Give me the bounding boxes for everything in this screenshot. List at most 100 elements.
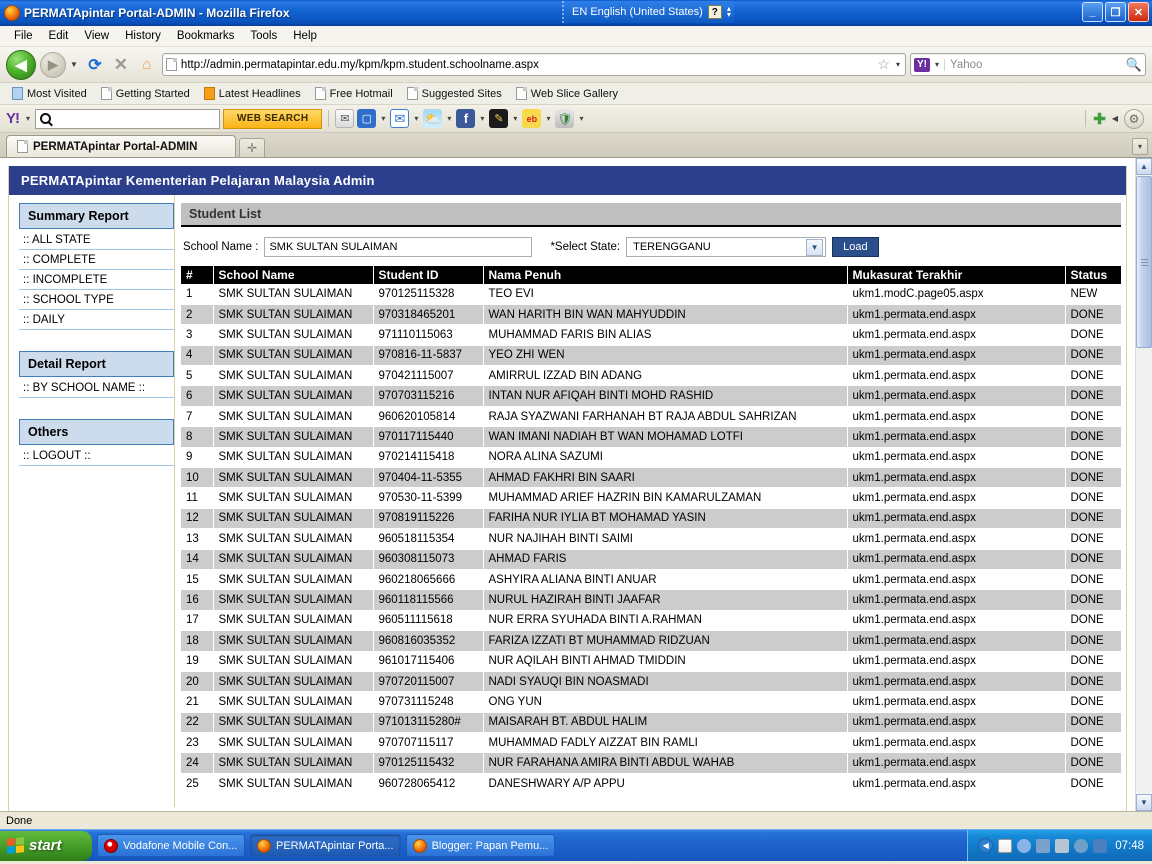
menu-tools[interactable]: Tools xyxy=(242,28,285,44)
antivirus-chevron-icon[interactable]: ▾ xyxy=(577,114,585,123)
table-row[interactable]: 13 SMK SULTAN SULAIMAN 960518115354 NUR NAJ… xyxy=(181,528,1121,550)
table-row[interactable]: 20 SMK SULTAN SULAIMAN 970720115007 NADI SY… xyxy=(181,671,1121,693)
table-row[interactable]: 25 SMK SULTAN SULAIMAN 960728065412 DANESHW… xyxy=(181,773,1121,795)
table-row[interactable]: 1 SMK SULTAN SULAIMAN 970125115328 TEO EVI u… xyxy=(181,284,1121,305)
table-row[interactable]: 16 SMK SULTAN SULAIMAN 960118115566 NURUL H… xyxy=(181,589,1121,611)
menu-file[interactable]: File xyxy=(6,28,41,44)
forward-button-icon[interactable]: ▶ xyxy=(40,51,66,78)
table-row[interactable]: 8 SMK SULTAN SULAIMAN 970117115440 WAN IMAN… xyxy=(181,426,1121,448)
table-row[interactable]: 7 SMK SULTAN SULAIMAN 960620105814 RAJA SYA… xyxy=(181,406,1121,428)
gear-icon[interactable]: ⚙ xyxy=(1124,108,1144,129)
sidebar-item-complete[interactable]: :: COMPLETE xyxy=(19,250,174,270)
page-scrollbar[interactable]: ▲ ▼ xyxy=(1135,158,1152,811)
scrollbar-thumb[interactable] xyxy=(1136,176,1152,348)
table-row[interactable]: 22 SMK SULTAN SULAIMAN 971013115280# MAISAR… xyxy=(181,712,1121,734)
table-row[interactable]: 21 SMK SULTAN SULAIMAN 970731115248 ONG YUN… xyxy=(181,691,1121,713)
sidebar-item-daily[interactable]: :: DAILY xyxy=(19,310,174,330)
table-row[interactable]: 10 SMK SULTAN SULAIMAN 970404-11-5355 AHMAD… xyxy=(181,467,1121,489)
bookmark-star-icon[interactable]: ☆ xyxy=(877,56,890,73)
taskbar-item-vodafone[interactable]: Vodafone Mobile Con... xyxy=(97,834,245,857)
tab-list-chevron-icon[interactable]: ▾ xyxy=(1132,138,1148,155)
bookmark-web-slice-gallery[interactable]: Web Slice Gallery xyxy=(510,85,624,102)
search-input[interactable]: Yahoo xyxy=(944,58,1123,71)
network-meter-icon[interactable] xyxy=(998,838,1013,853)
table-row[interactable]: 9 SMK SULTAN SULAIMAN 970214115418 NORA ALI… xyxy=(181,447,1121,469)
mail-chevron-icon[interactable]: ▾ xyxy=(412,114,420,123)
bookmark-suggested-sites[interactable]: Suggested Sites xyxy=(401,85,508,102)
printer-icon[interactable] xyxy=(1055,838,1070,853)
table-row[interactable]: 15 SMK SULTAN SULAIMAN 960218065666 ASHYIRA… xyxy=(181,569,1121,591)
tray-expand-chevron-icon[interactable]: ◀ xyxy=(978,838,994,853)
menu-bookmarks[interactable]: Bookmarks xyxy=(169,28,243,44)
table-row[interactable]: 5 SMK SULTAN SULAIMAN 970421115007 AMIRRUL … xyxy=(181,365,1121,387)
sidebar-item-by-school-name[interactable]: :: BY SCHOOL NAME :: xyxy=(19,378,174,398)
ebay-chevron-icon[interactable]: ▾ xyxy=(544,114,552,123)
table-row[interactable]: 4 SMK SULTAN SULAIMAN 970816-11-5837 YEO ZH… xyxy=(181,345,1121,367)
table-row[interactable]: 6 SMK SULTAN SULAIMAN 970703115216 INTAN NU… xyxy=(181,385,1121,407)
search-bar[interactable]: Y! ▾ Yahoo 🔍 xyxy=(910,53,1146,76)
messenger-icon[interactable]: ✎ xyxy=(489,109,509,128)
scroll-down-button[interactable]: ▼ xyxy=(1136,794,1152,811)
weather-chevron-icon[interactable]: ▾ xyxy=(445,114,453,123)
new-tab-button[interactable]: ✛ xyxy=(239,138,265,157)
table-row[interactable]: 3 SMK SULTAN SULAIMAN 971110115063 MUHAMMAD… xyxy=(181,324,1121,346)
table-row[interactable]: 18 SMK SULTAN SULAIMAN 960816035352 FARIZA … xyxy=(181,630,1121,652)
close-button[interactable]: ✕ xyxy=(1128,2,1149,22)
language-bar-arrows-icon[interactable]: ▴ ▾ xyxy=(727,5,731,19)
yahoo-menu-chevron-icon[interactable]: ▾ xyxy=(24,114,32,123)
search-provider-chevron-icon[interactable]: ▾ xyxy=(933,60,941,69)
language-bar[interactable]: EN English (United States) ? ▴ ▾ xyxy=(562,1,734,23)
table-row[interactable]: 23 SMK SULTAN SULAIMAN 970707115117 MUHAMMA… xyxy=(181,732,1121,754)
table-row[interactable]: 17 SMK SULTAN SULAIMAN 960511115618 NUR ERR… xyxy=(181,610,1121,632)
table-row[interactable]: 24 SMK SULTAN SULAIMAN 970125115432 NUR FAR… xyxy=(181,752,1121,774)
menu-view[interactable]: View xyxy=(76,28,117,44)
chevron-down-icon[interactable]: ▼ xyxy=(806,238,824,256)
reload-icon[interactable]: ⟳ xyxy=(84,54,106,76)
yahoo-search-provider-icon[interactable]: Y! xyxy=(914,57,930,72)
url-bar[interactable]: http://admin.permatapintar.edu.my/kpm/kp… xyxy=(161,53,906,76)
yahoo-logo-icon[interactable]: Y! xyxy=(4,110,21,127)
table-row[interactable]: 11 SMK SULTAN SULAIMAN 970530-11-5399 MUHAM… xyxy=(181,487,1121,509)
mail-envelope-icon[interactable]: ✉ xyxy=(335,109,355,128)
sidebar-item-school-type[interactable]: :: SCHOOL TYPE xyxy=(19,290,174,310)
ebay-icon[interactable]: eb xyxy=(522,109,542,128)
bookmark-latest-headlines[interactable]: Latest Headlines xyxy=(198,85,307,102)
weather-icon[interactable]: ⛅ xyxy=(423,109,443,128)
bookmark-most-visited[interactable]: Most Visited xyxy=(6,85,93,102)
state-select[interactable]: TERENGGANU ▼ xyxy=(626,237,827,257)
facebook-chevron-icon[interactable]: ▾ xyxy=(478,114,486,123)
table-row[interactable]: 19 SMK SULTAN SULAIMAN 961017115406 NUR AQI… xyxy=(181,651,1121,672)
table-row[interactable]: 12 SMK SULTAN SULAIMAN 970819115226 FARIHA … xyxy=(181,508,1121,530)
mail-icon[interactable]: ✉ xyxy=(390,109,410,128)
search-magnifier-icon[interactable]: 🔍 xyxy=(1126,57,1142,73)
tab-permatapintar-portal-admin[interactable]: PERMATApintar Portal-ADMIN xyxy=(6,135,236,157)
sidebar-item-incomplete[interactable]: :: INCOMPLETE xyxy=(19,270,174,290)
menu-history[interactable]: History xyxy=(117,28,169,44)
search-magnifier-icon[interactable] xyxy=(1017,838,1032,853)
history-dropdown-icon[interactable]: ▼ xyxy=(70,60,78,69)
add-app-icon[interactable]: ✚ xyxy=(1093,110,1106,128)
taskbar-item-blogger[interactable]: Blogger: Papan Pemu... xyxy=(405,834,556,857)
maximize-button[interactable]: ❐ xyxy=(1105,2,1126,22)
load-button[interactable]: Load xyxy=(832,237,879,257)
bookmarks-book-icon[interactable]: ▢ xyxy=(357,109,377,128)
taskbar-item-permatapintar[interactable]: PERMATApintar Porta... xyxy=(250,834,401,857)
safely-remove-icon[interactable] xyxy=(1036,838,1051,853)
bookmarks-chevron-icon[interactable]: ▾ xyxy=(379,114,387,123)
chevron-down-icon[interactable]: ▾ xyxy=(894,60,902,69)
facebook-icon[interactable]: f xyxy=(456,109,476,128)
menu-help[interactable]: Help xyxy=(285,28,325,44)
antivirus-shield-icon[interactable]: 🛡 xyxy=(555,109,575,128)
display-icon[interactable] xyxy=(1093,838,1108,853)
sidebar-item-all-state[interactable]: :: ALL STATE xyxy=(19,230,174,250)
menu-edit[interactable]: Edit xyxy=(41,28,77,44)
messenger-chevron-icon[interactable]: ▾ xyxy=(511,114,519,123)
help-icon[interactable]: ? xyxy=(707,5,722,19)
bookmark-free-hotmail[interactable]: Free Hotmail xyxy=(309,85,399,102)
school-name-input[interactable]: SMK SULTAN SULAIMAN xyxy=(264,237,533,257)
web-search-button[interactable]: WEB SEARCH xyxy=(223,108,323,129)
scroll-up-button[interactable]: ▲ xyxy=(1136,158,1152,175)
bookmark-getting-started[interactable]: Getting Started xyxy=(95,85,196,102)
table-row[interactable]: 14 SMK SULTAN SULAIMAN 960308115073 AHMAD F… xyxy=(181,549,1121,570)
home-icon[interactable]: ⌂ xyxy=(136,54,158,76)
